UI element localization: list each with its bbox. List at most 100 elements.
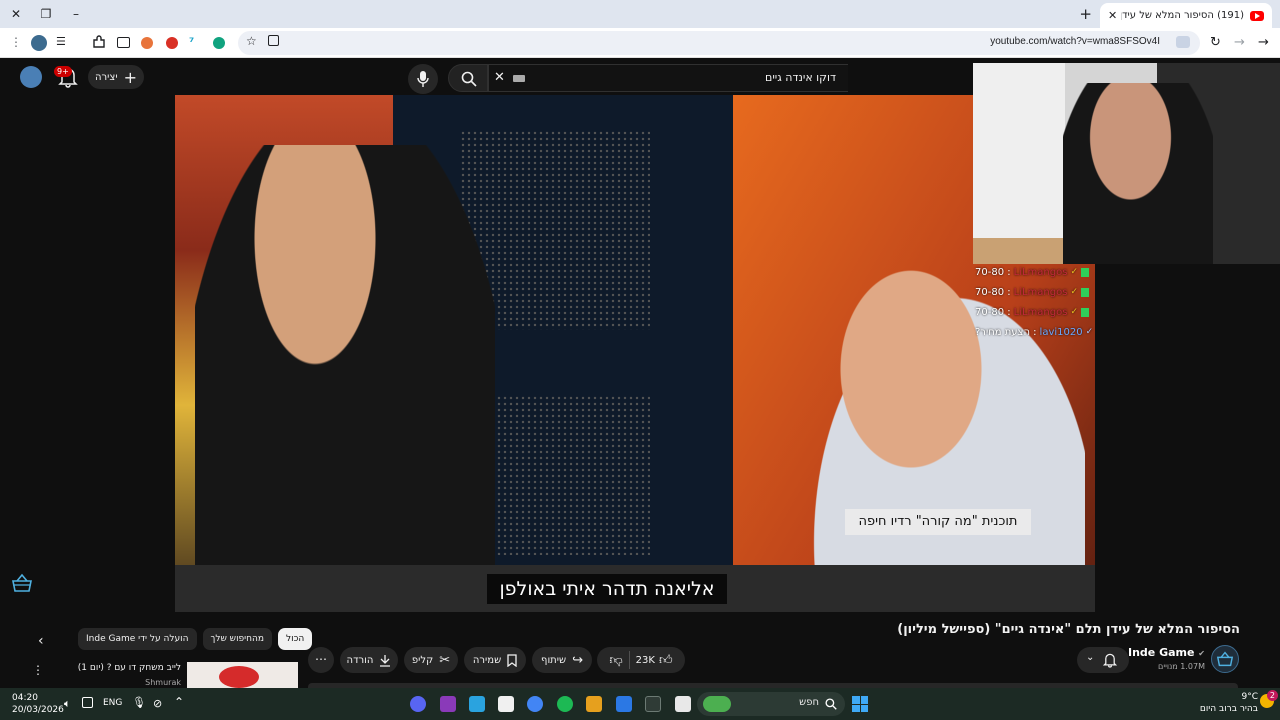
file-explorer-icon[interactable] — [675, 696, 691, 712]
app-icon[interactable] — [586, 696, 602, 712]
recommendation-channel[interactable]: Shmurak — [145, 678, 181, 687]
webcam-floor — [973, 238, 1063, 264]
notifications-badge: 9+ — [54, 66, 72, 77]
volume-icon[interactable]: 🔈︎ — [64, 697, 71, 711]
windows-start-icon[interactable] — [852, 696, 868, 712]
more-actions-button[interactable]: ⋯ — [308, 647, 334, 673]
chevron-up-icon[interactable]: ⌃ — [174, 695, 184, 709]
video-title: הסיפור המלא של עידן תלם "אינדה גיים" (ספ… — [897, 622, 1240, 637]
sync-off-icon[interactable]: ⊘ — [153, 697, 162, 710]
chevron-down-icon: ⌄ — [1086, 652, 1095, 663]
site-settings-icon[interactable] — [1176, 36, 1190, 48]
browser-tab-bar: ✕ ❐ – + (191) הסיפור המלא של עידן תל ✕ — [0, 0, 1280, 28]
channel-avatar[interactable] — [1211, 645, 1239, 673]
search-highlight-icon — [703, 696, 731, 712]
apps-grid-icon[interactable] — [616, 696, 632, 712]
reload-icon[interactable]: ↻ — [1210, 35, 1226, 51]
like-dislike-group: 👍︎ 23K 👎︎ — [597, 647, 685, 673]
minimize-window-icon[interactable]: – — [68, 6, 84, 22]
clear-search-icon[interactable]: ✕ — [494, 70, 505, 85]
language-indicator[interactable]: ENG — [103, 698, 122, 708]
recommendation-thumbnail[interactable] — [187, 662, 298, 688]
create-button[interactable]: יצירה + — [88, 65, 144, 89]
video-caption-box: תוכנית "מה קורה" רדיו חיפה — [845, 509, 1031, 535]
search-button[interactable] — [448, 64, 488, 92]
chip-uploaded-by[interactable]: הועלה על ידי Inde Game — [78, 628, 197, 650]
taskbar-clock[interactable]: 04:20 20/03/2026 — [12, 692, 64, 716]
terminal-icon[interactable] — [645, 696, 661, 712]
chat-message: ✓ LiLmangos : 70-80 — [975, 282, 1115, 302]
chat-username: LiLmangos — [1013, 266, 1068, 278]
url-text: youtube.com/watch?v=wma8SFSOv4I — [990, 36, 1160, 47]
forward-icon[interactable]: → — [1234, 35, 1250, 51]
voice-search-button[interactable] — [408, 64, 438, 94]
chat-message: ✓ LiLmangos : 70-80 — [975, 302, 1115, 322]
chrome-icon[interactable] — [527, 696, 543, 712]
extensions-icon[interactable] — [92, 35, 108, 51]
chat-verified-icon: ✓ — [1070, 307, 1078, 317]
chat-message: ✓ LiLmangos : 70-80 — [975, 262, 1115, 282]
instagram-icon[interactable] — [440, 696, 456, 712]
bookmark-star-icon[interactable]: ☆ — [246, 34, 257, 48]
reading-list-icon[interactable]: ☰ — [56, 35, 72, 51]
video-subtitle: אליאנה תדהר איתי באולפן — [487, 574, 727, 604]
recommendation-menu-icon[interactable]: ⋮ — [32, 663, 44, 677]
like-button[interactable]: 👍︎ 23K — [636, 653, 673, 668]
weather-desc: בהיר ברוב היום — [1199, 704, 1258, 714]
related-filter-chips: הועלה על ידי Inde Game מהחיפוש שלך הכול — [78, 628, 313, 650]
chat-username: LiLmangos — [1013, 286, 1068, 298]
search-input[interactable]: דוקו אינדה גיים ✕ — [488, 64, 848, 92]
chip-all[interactable]: הכול — [278, 628, 313, 650]
windows-taskbar: 04:20 20/03/2026 🔈︎ ENG 🎙︎ ⊘ ⌃ חפש 9°C ב… — [0, 688, 1280, 720]
telegram-icon[interactable] — [469, 696, 485, 712]
weather-widget[interactable]: 9°C בהיר ברוב היום — [1200, 691, 1258, 715]
account-avatar[interactable] — [20, 66, 42, 88]
menu-dots-icon[interactable]: ⋮ — [8, 35, 24, 51]
save-button[interactable]: שמירה — [464, 647, 526, 673]
network-icon[interactable] — [82, 697, 93, 708]
spotify-icon[interactable] — [557, 696, 573, 712]
subscribed-button[interactable]: ⌄ — [1077, 647, 1129, 673]
bookmark-icon — [507, 653, 517, 667]
chat-text: : 70-80 — [975, 266, 1011, 278]
chevron-left-icon[interactable]: ‹ — [38, 633, 44, 649]
weather-temp: 9°C — [1241, 692, 1258, 702]
browser-toolbar: ⋮ ☰ ⁷ ☆ youtube.com/watch?v=wma8SFSOv4I … — [0, 28, 1280, 58]
tab-close-icon[interactable]: ✕ — [1108, 9, 1117, 22]
share-button[interactable]: ↪ שיתוף — [532, 647, 592, 673]
dislike-button[interactable]: 👎︎ — [609, 653, 622, 668]
webcam-overlay — [973, 63, 1280, 264]
extension-translate-icon[interactable]: ⁷ — [189, 35, 205, 51]
back-icon[interactable]: → — [1258, 35, 1274, 51]
basket-icon[interactable] — [11, 573, 33, 593]
recommendation-title[interactable]: לייב משחק דו עם ? (יום 1) — [78, 663, 181, 673]
extension-window-icon[interactable] — [117, 37, 130, 48]
like-divider — [628, 651, 630, 669]
store-icon[interactable] — [498, 696, 514, 712]
profile-icon[interactable] — [31, 35, 47, 51]
maximize-window-icon[interactable]: ❐ — [38, 6, 54, 22]
discord-icon[interactable] — [410, 696, 426, 712]
clip-button[interactable]: ✂ קליפ — [404, 647, 458, 673]
search-icon — [461, 71, 477, 87]
close-window-icon[interactable]: ✕ — [8, 6, 24, 22]
weather-badge: 2 — [1266, 690, 1278, 701]
address-bar[interactable]: ☆ youtube.com/watch?v=wma8SFSOv4I — [238, 31, 1200, 55]
plus-icon: + — [123, 67, 137, 87]
channel-name[interactable]: ✔ Inde Game — [1128, 646, 1205, 659]
microphone-tray-icon[interactable]: 🎙︎ — [132, 696, 146, 709]
search-icon — [825, 698, 837, 710]
chat-message: ✓ lavi1020 : הצעת מחיר? — [975, 322, 1115, 342]
extension-green-icon[interactable] — [213, 37, 225, 49]
new-tab-icon[interactable]: + — [1079, 6, 1092, 22]
screen-share-icon[interactable] — [268, 35, 279, 46]
browser-tab-youtube[interactable]: (191) הסיפור המלא של עידן תל ✕ — [1100, 3, 1272, 28]
chip-from-search[interactable]: מהחיפוש שלך — [202, 628, 273, 650]
download-button[interactable]: הורדה — [340, 647, 398, 673]
extension-red-icon[interactable] — [166, 37, 178, 49]
save-label: שמירה — [472, 654, 502, 666]
extension-orange-icon[interactable] — [141, 37, 153, 49]
taskbar-search[interactable]: חפש — [697, 692, 845, 716]
keyboard-icon[interactable] — [513, 75, 525, 82]
share-label: שיתוף — [541, 654, 567, 666]
